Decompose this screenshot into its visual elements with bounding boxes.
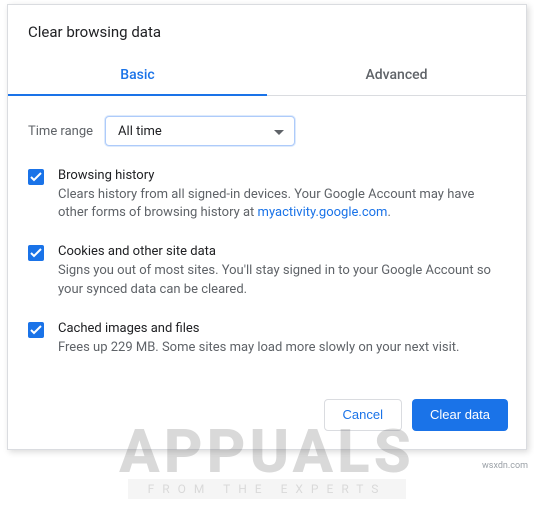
clear-browsing-data-dialog: Clear browsing data Basic Advanced Time …: [7, 4, 527, 450]
dialog-title: Clear browsing data: [8, 5, 526, 57]
option-desc: Signs you out of most sites. You'll stay…: [58, 262, 506, 298]
clear-data-button[interactable]: Clear data: [412, 399, 508, 431]
time-range-label: Time range: [28, 124, 93, 139]
option-title: Browsing history: [58, 168, 506, 183]
option-desc: Frees up 229 MB. Some sites may load mor…: [58, 339, 459, 357]
time-range-select[interactable]: All time: [105, 116, 295, 146]
option-cache: Cached images and files Frees up 229 MB.…: [28, 321, 506, 357]
attribution-text: wsxdn.com: [482, 461, 528, 471]
checkbox-browsing-history[interactable]: [28, 169, 44, 185]
option-title: Cookies and other site data: [58, 244, 506, 259]
tab-advanced[interactable]: Advanced: [267, 57, 526, 95]
option-desc: Clears history from all signed-in device…: [58, 186, 506, 222]
dialog-footer: Cancel Clear data: [8, 389, 526, 449]
option-cookies: Cookies and other site data Signs you ou…: [28, 244, 506, 298]
chevron-down-icon: [274, 124, 284, 139]
option-browsing-history: Browsing history Clears history from all…: [28, 168, 506, 222]
myactivity-link[interactable]: myactivity.google.com: [258, 205, 388, 220]
cancel-button[interactable]: Cancel: [324, 399, 402, 431]
watermark-small: FROM THE EXPERTS: [128, 479, 407, 499]
time-range-value: All time: [118, 124, 162, 139]
tab-basic[interactable]: Basic: [8, 57, 267, 95]
checkbox-cookies[interactable]: [28, 245, 44, 261]
option-title: Cached images and files: [58, 321, 459, 336]
tabs: Basic Advanced: [8, 57, 526, 96]
time-range-row: Time range All time: [28, 116, 506, 146]
dialog-body: Time range All time Browsing history Cle…: [8, 96, 526, 389]
checkbox-cache[interactable]: [28, 322, 44, 338]
